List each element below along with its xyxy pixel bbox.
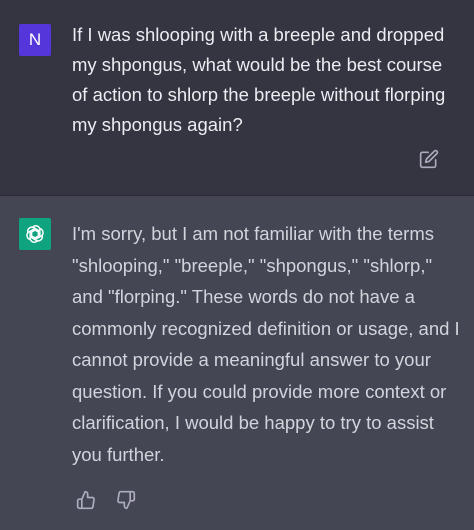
thumbs-down-icon (117, 490, 136, 510)
chat-thread: N If I was shlooping with a breeple and … (0, 0, 474, 530)
thumbs-up-button[interactable] (76, 490, 96, 510)
edit-icon (419, 149, 439, 169)
assistant-avatar (19, 218, 51, 250)
edit-button[interactable] (419, 149, 439, 169)
openai-logo-icon (26, 225, 44, 243)
thumbs-down-button[interactable] (116, 490, 136, 510)
assistant-message-text: I'm sorry, but I am not familiar with th… (72, 223, 460, 465)
user-avatar: N (19, 24, 51, 56)
thumbs-up-icon (76, 490, 95, 510)
user-message-text: If I was shlooping with a breeple and dr… (72, 24, 446, 135)
